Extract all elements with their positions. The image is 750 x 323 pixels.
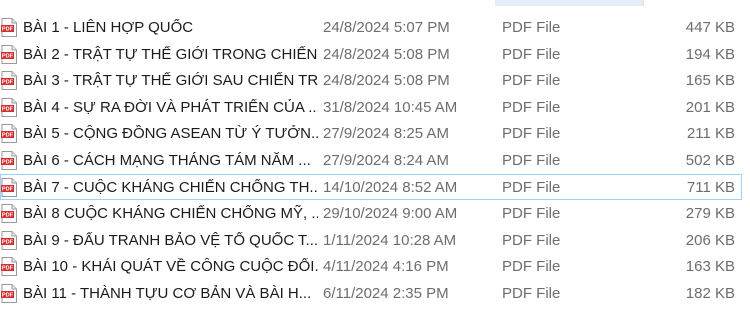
pdf-file-icon: PDF <box>1 204 17 224</box>
file-name: BÀI 7 - CUỘC KHÁNG CHIẾN CHỐNG TH... <box>23 178 318 196</box>
file-type: PDF File <box>502 45 561 63</box>
svg-text:PDF: PDF <box>2 266 14 272</box>
file-name: BÀI 11 - THÀNH TỰU CƠ BẢN VÀ BÀI H... <box>23 284 312 302</box>
file-name: BÀI 1 - LIÊN HỢP QUỐC <box>23 19 194 36</box>
file-date-modified: 24/8/2024 5:08 PM <box>323 72 450 90</box>
file-name: BÀI 4 - SỰ RA ĐỜI VÀ PHÁT TRIỂN CỦA ... <box>23 98 318 116</box>
file-name: BÀI 2 - TRẬT TỰ THẾ GIỚI TRONG CHIẾN... <box>23 45 318 63</box>
svg-text:PDF: PDF <box>2 133 14 139</box>
column-header-type[interactable] <box>495 0 643 6</box>
svg-text:PDF: PDF <box>2 160 14 166</box>
file-size: 502 KB <box>685 151 735 169</box>
file-date-modified: 29/10/2024 9:00 AM <box>323 205 458 223</box>
pdf-file-icon: PDF <box>1 283 17 303</box>
file-row[interactable]: PDF BÀI 8 CUỘC KHÁNG CHIẾN CHỐNG MỸ, ...… <box>0 200 742 227</box>
pdf-file-icon: PDF <box>1 18 17 37</box>
pdf-file-icon: PDF <box>1 230 17 250</box>
file-size: 165 KB <box>685 72 735 90</box>
pdf-file-icon: PDF <box>1 150 17 170</box>
file-rows: PDF BÀI 1 - LIÊN HỢP QUỐC 24/8/2024 5:07… <box>0 14 750 307</box>
file-name: BÀI 9 - ĐẤU TRANH BẢO VỆ TỔ QUỐC T... <box>23 231 318 249</box>
file-type: PDF File <box>502 72 561 90</box>
file-date-modified: 31/8/2024 10:45 AM <box>323 98 458 116</box>
file-size: 163 KB <box>685 258 735 276</box>
file-date-modified: 24/8/2024 5:07 PM <box>323 19 450 36</box>
file-date-modified: 1/11/2024 10:28 AM <box>323 231 457 249</box>
file-type: PDF File <box>502 258 561 276</box>
svg-text:PDF: PDF <box>2 53 14 59</box>
svg-text:PDF: PDF <box>2 213 14 219</box>
file-row[interactable]: PDF BÀI 2 - TRẬT TỰ THẾ GIỚI TRONG CHIẾN… <box>0 41 742 68</box>
file-size: 206 KB <box>685 231 735 249</box>
file-type: PDF File <box>502 178 561 196</box>
file-date-modified: 4/11/2024 4:16 PM <box>323 258 449 276</box>
column-divider[interactable] <box>643 0 644 6</box>
file-date-modified: 14/10/2024 8:52 AM <box>323 178 458 196</box>
file-type: PDF File <box>502 284 561 302</box>
file-date-modified: 6/11/2024 2:35 PM <box>323 284 449 302</box>
file-row[interactable]: PDF BÀI 3 - TRẬT TỰ THẾ GIỚI SAU CHIẾN T… <box>0 67 742 94</box>
file-name: BÀI 5 - CỘNG ĐỒNG ASEAN TỪ Ý TƯỞN... <box>23 125 318 143</box>
file-name: BÀI 3 - TRẬT TỰ THẾ GIỚI SAU CHIẾN TR... <box>23 72 318 90</box>
file-row[interactable]: PDF BÀI 6 - CÁCH MẠNG THÁNG TÁM NĂM ... … <box>0 147 742 174</box>
pdf-file-icon: PDF <box>1 44 17 64</box>
file-size: 211 KB <box>686 125 735 143</box>
file-type: PDF File <box>502 19 561 36</box>
svg-text:PDF: PDF <box>2 293 14 299</box>
pdf-file-icon: PDF <box>1 71 17 91</box>
file-name: BÀI 10 - KHÁI QUÁT VỀ CÔNG CUỘC ĐỔI... <box>23 258 318 276</box>
svg-text:PDF: PDF <box>2 239 14 245</box>
file-type: PDF File <box>502 205 561 223</box>
file-type: PDF File <box>502 125 561 143</box>
file-row[interactable]: PDF BÀI 4 - SỰ RA ĐỜI VÀ PHÁT TRIỂN CỦA … <box>0 94 742 121</box>
file-row[interactable]: PDF BÀI 10 - KHÁI QUÁT VỀ CÔNG CUỘC ĐỔI.… <box>0 253 742 280</box>
svg-text:PDF: PDF <box>2 186 14 192</box>
file-row[interactable]: PDF BÀI 7 - CUỘC KHÁNG CHIẾN CHỐNG TH...… <box>0 173 742 201</box>
file-size: 182 KB <box>685 284 735 302</box>
file-type: PDF File <box>502 231 561 249</box>
file-size: 447 KB <box>685 19 735 36</box>
file-size: 711 KB <box>686 178 735 196</box>
file-row[interactable]: PDF BÀI 11 - THÀNH TỰU CƠ BẢN VÀ BÀI H..… <box>0 280 742 307</box>
pdf-file-icon: PDF <box>1 124 17 144</box>
file-size: 194 KB <box>685 45 735 63</box>
svg-text:PDF: PDF <box>2 80 14 86</box>
file-row[interactable]: PDF BÀI 1 - LIÊN HỢP QUỐC 24/8/2024 5:07… <box>0 14 742 41</box>
file-type: PDF File <box>502 98 561 116</box>
pdf-file-icon: PDF <box>1 257 17 277</box>
file-list-view: PDF BÀI 1 - LIÊN HỢP QUỐC 24/8/2024 5:07… <box>0 0 750 323</box>
pdf-file-icon: PDF <box>1 177 17 197</box>
file-size: 279 KB <box>685 205 735 223</box>
file-name: BÀI 8 CUỘC KHÁNG CHIẾN CHỐNG MỸ, ... <box>23 205 318 223</box>
file-date-modified: 27/9/2024 8:24 AM <box>323 151 449 169</box>
file-row[interactable]: PDF BÀI 9 - ĐẤU TRANH BẢO VỆ TỔ QUỐC T..… <box>0 227 742 254</box>
file-name: BÀI 6 - CÁCH MẠNG THÁNG TÁM NĂM ... <box>23 151 311 169</box>
file-date-modified: 24/8/2024 5:08 PM <box>323 45 450 63</box>
pdf-file-icon: PDF <box>1 97 17 117</box>
file-size: 201 KB <box>685 98 735 116</box>
file-date-modified: 27/9/2024 8:25 AM <box>323 125 449 143</box>
file-type: PDF File <box>502 151 561 169</box>
svg-text:PDF: PDF <box>2 106 14 112</box>
column-header-strip <box>0 0 750 7</box>
svg-text:PDF: PDF <box>2 27 14 33</box>
file-row[interactable]: PDF BÀI 5 - CỘNG ĐỒNG ASEAN TỪ Ý TƯỞN...… <box>0 120 742 147</box>
